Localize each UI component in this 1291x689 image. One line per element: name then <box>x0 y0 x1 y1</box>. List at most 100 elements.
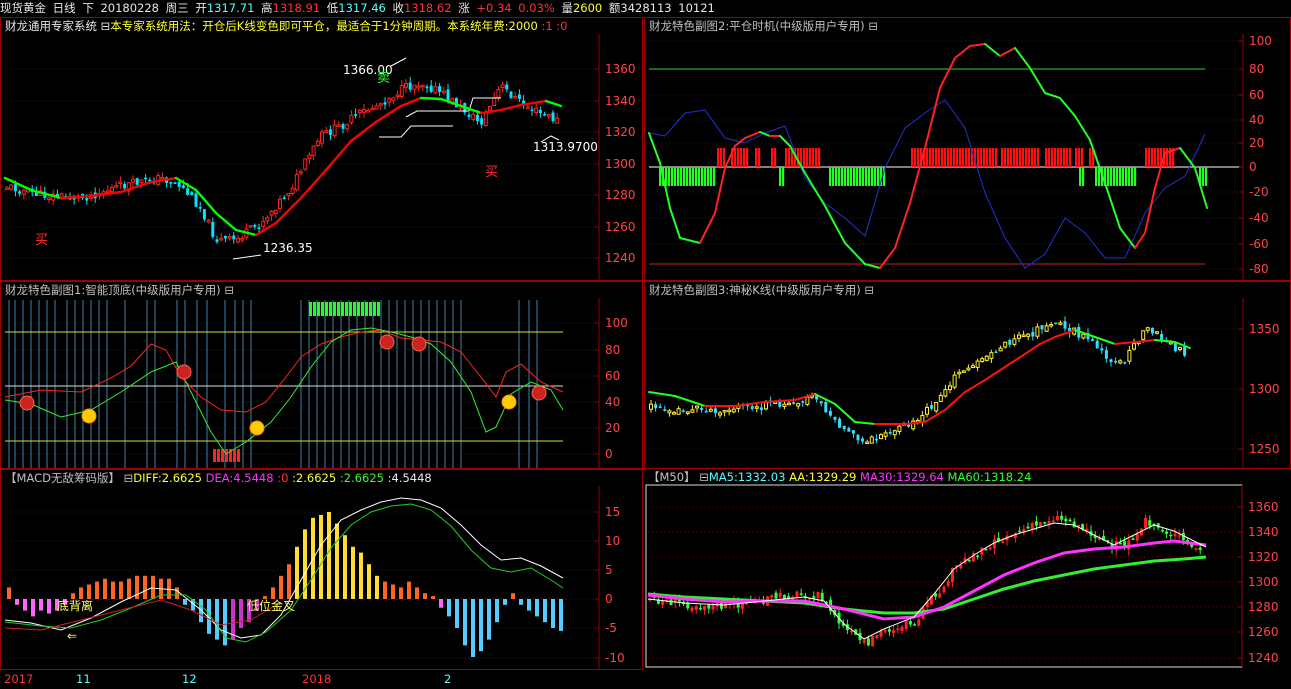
hist-bar <box>1154 148 1157 167</box>
main-chart-canvas[interactable]: 1360134013201300128012601240 1366.00 123… <box>1 18 644 282</box>
candle-body <box>938 593 942 598</box>
candle-body <box>724 603 728 609</box>
high-label: 高 <box>261 1 273 15</box>
main-chart-panel[interactable]: 1360 1340 1320 1300 1280 1260 1240 1366.00 123… <box>0 17 643 281</box>
trend-segment <box>854 421 876 425</box>
trend-segment <box>399 96 423 108</box>
sub1-panel[interactable]: 100 80 60 40 20 0 财龙特色副图1:智能顶底(中级版用户专用) ⊟ <box>0 281 643 469</box>
main-buy-signal: 买 <box>35 233 48 248</box>
m50-chart-canvas[interactable]: 1360 1340 1320 1300 1280 1260 1240 <box>644 469 1291 689</box>
axis-tick-label: 20 <box>1249 136 1264 150</box>
macd-cross-label: 低位金叉 <box>247 598 295 613</box>
macd-bar <box>503 599 507 605</box>
trend-segment <box>844 242 866 265</box>
quote-info-bar: 现货黄金 日线 下 20180228 周三 开1317.71 高1318.91 … <box>0 0 1291 16</box>
candle-body <box>917 619 921 626</box>
hist-bar <box>1157 148 1160 167</box>
candle-body <box>795 591 799 598</box>
candle-body <box>1018 530 1022 533</box>
m50-panel[interactable]: 1360 1340 1320 1300 1280 1260 1240 【M50】 ⊟MA5:… <box>644 469 1291 670</box>
macd-bar <box>239 599 243 628</box>
candle-body <box>505 84 509 90</box>
candle-body <box>667 410 672 414</box>
candle-body <box>227 236 232 239</box>
collapse-icon[interactable]: ⊟ <box>864 283 874 297</box>
axis-tick-label: 1360 <box>605 62 636 76</box>
date-label-2017: 2017 <box>4 672 34 686</box>
candle-body <box>1100 348 1104 351</box>
top-block <box>373 302 376 316</box>
collapse-icon[interactable]: ⊟ <box>224 283 234 297</box>
candle-body <box>754 406 759 409</box>
top-block <box>341 302 344 316</box>
candle-body <box>690 409 695 413</box>
trend-segment <box>1154 339 1176 343</box>
candle-body <box>1160 334 1164 340</box>
candle-body <box>792 402 796 404</box>
macd-histogram <box>7 512 563 657</box>
candle-body <box>177 181 181 187</box>
axis-tick-label: 1320 <box>1248 550 1279 564</box>
sub3-panel[interactable]: 1350 1300 1250 财龙特色副图3:神秘K线(中级版用户专用) ⊟ <box>644 281 1291 469</box>
collapse-icon[interactable]: ⊟ <box>699 470 709 484</box>
candle-body <box>336 124 341 127</box>
instrument-name[interactable]: 现货黄金 <box>0 1 46 15</box>
candle-body <box>391 97 396 101</box>
trend-segment <box>374 104 403 124</box>
collapse-icon[interactable]: ⊟ <box>868 19 878 33</box>
sub2-chart-canvas[interactable]: 100 80 60 40 20 0 -20 -40 -60 -80 <box>645 18 1291 282</box>
candle-body <box>1104 350 1108 359</box>
candle-body <box>869 436 874 444</box>
period-label[interactable]: 日线 <box>53 1 76 15</box>
macd-bar <box>95 581 99 599</box>
candle-body <box>897 425 902 432</box>
hist-bar <box>853 167 856 186</box>
change-pct-value: 0.03% <box>518 1 555 15</box>
hist-bar <box>992 148 995 167</box>
hist-bar <box>1089 148 1092 167</box>
signal-smiley <box>501 394 517 410</box>
candle-body <box>395 94 400 98</box>
main-title-values: :1 :0 <box>541 19 568 33</box>
sub3-chart-canvas[interactable]: 1350 1300 1250 <box>645 282 1291 470</box>
hist-bar <box>1007 148 1010 167</box>
low-label: 低 <box>326 1 339 15</box>
sub2-panel[interactable]: 100 80 60 40 20 0 -20 -40 -60 -80 财龙特色副图2:平仓时机(中级… <box>644 17 1291 281</box>
sub2-title-text: 财龙特色副图2:平仓时机(中级版用户专用) <box>649 19 865 33</box>
collapse-icon[interactable]: ⊟ <box>124 471 134 485</box>
candle-body <box>383 102 387 105</box>
candle-body <box>833 416 837 420</box>
candle-body <box>446 89 450 101</box>
signal-dot <box>379 334 395 350</box>
date-label-2: 2 <box>444 672 452 686</box>
candle-body <box>727 409 732 413</box>
candle-body <box>913 624 917 626</box>
candle-body <box>9 184 14 190</box>
sub1-chart-canvas[interactable]: 100 80 60 40 20 0 <box>1 282 644 470</box>
trend-segment <box>1039 336 1056 345</box>
hist-bar <box>1116 167 1119 186</box>
hist-bar <box>1079 167 1082 186</box>
candle-body <box>354 114 358 116</box>
macd-bar <box>399 587 403 599</box>
candle-body <box>1031 331 1035 337</box>
macd-bar <box>183 599 187 605</box>
axis-tick-label: 1360 <box>1248 500 1279 514</box>
hist-bar <box>832 167 835 186</box>
trend-segment <box>984 43 1001 57</box>
macd-arrow-marker: ⇐ <box>67 629 77 643</box>
macd-bar <box>383 581 387 599</box>
candle-body <box>555 117 560 124</box>
candle-body <box>223 236 227 239</box>
candle-body <box>278 198 282 209</box>
macd-chart-canvas[interactable]: 15 10 5 0 -5 -10 底背离 低位金叉 ⇐ <box>1 470 644 671</box>
trend-segment <box>669 207 681 239</box>
hist-bar <box>1057 148 1060 167</box>
candle-body <box>904 619 908 629</box>
trend-segment <box>1029 67 1046 94</box>
hist-bar <box>871 167 874 186</box>
candle-body <box>500 84 505 88</box>
collapse-icon[interactable]: ⊟ <box>101 19 111 33</box>
hist-bar <box>774 148 777 167</box>
macd-panel[interactable]: 15 10 5 0 -5 -10 底背离 低位金叉 ⇐ 【MACD无敌筹码版】 ⊟DIFF… <box>0 469 643 670</box>
